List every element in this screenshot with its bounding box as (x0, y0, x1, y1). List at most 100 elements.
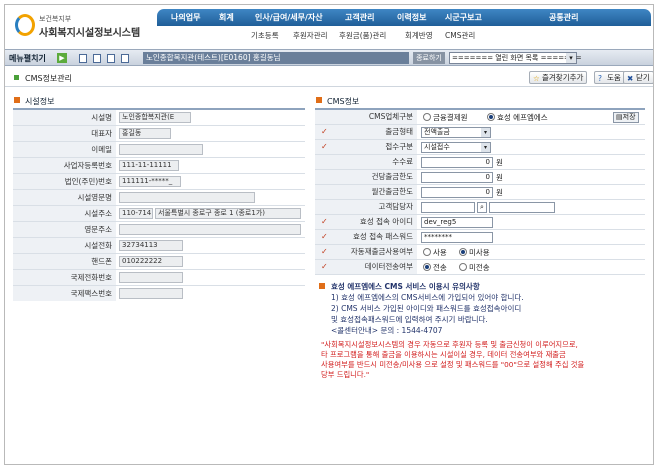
app-header: 보건복지부 사회복지시설정보시스템 나의업무 회계 인사/급여/세무/자산 고객… (5, 5, 653, 49)
month-limit-input[interactable]: 0 (421, 187, 493, 198)
representative-field: 홍길동 (119, 128, 171, 139)
chevron-down-icon: ▾ (566, 53, 576, 63)
bullet-icon (14, 97, 20, 103)
field-label: 대표자 (13, 126, 116, 141)
menu-item-my-work[interactable]: 나의업무 (171, 12, 200, 23)
window-icon[interactable] (79, 54, 87, 63)
notes-line: 및 효성접속패스워드에 입력하여 주시기 바랍니다. (331, 315, 488, 324)
facility-section-title: 시설정보 (25, 97, 55, 106)
menu-item-accounting[interactable]: 회계 (219, 12, 234, 23)
menu-item-common[interactable]: 공통관리 (549, 12, 578, 23)
required-mark-icon: ✓ (321, 127, 328, 136)
org-name: 보건복지부 (39, 15, 72, 23)
notes-title: 효성 에프엠에스 CMS 서비스 이용시 유의사항 (331, 282, 480, 291)
auto-retry-unused-radio[interactable]: 미사용 (459, 247, 490, 258)
hyosung-password-input[interactable]: ******** (421, 232, 493, 243)
field-label: 건당출금한도 (315, 170, 417, 184)
search-icon[interactable]: ⌕ (477, 202, 487, 213)
field-label: 핸드폰 (13, 254, 116, 269)
field-label: 법인(주민)번호 (13, 174, 116, 189)
toolbar: 메뉴펼치기 ▶ 노인종합복지관(테스트)[E0160] 홍길동님 종료하기 ==… (5, 49, 653, 66)
table-row: 출금형태 ✓ 전액출금 ▾ (315, 125, 645, 140)
currency-unit: 원 (496, 188, 503, 197)
window-icon[interactable] (121, 54, 129, 63)
close-button[interactable]: ✖ 닫기 (623, 71, 653, 84)
table-row: 사업자등록번호 111-11-11111 (13, 158, 305, 174)
chevron-down-icon: ▾ (481, 143, 490, 152)
window-icon[interactable] (107, 54, 115, 63)
withdraw-type-select[interactable]: 전액출금 ▾ (421, 127, 491, 138)
required-mark-icon: ✓ (321, 232, 328, 241)
field-label: 이메일 (13, 142, 116, 157)
field-label: 효성 접속 아이디 (315, 215, 417, 229)
close-all-button[interactable]: 종료하기 (413, 52, 445, 64)
save-icon: ▤ (616, 113, 623, 121)
facility-info-table: 시설명 노인종합복지관(E 대표자 홍길동 이메일 사업자등록번호 111-11… (13, 108, 305, 301)
english-address-field (119, 224, 301, 235)
star-icon: ☆ (533, 74, 540, 83)
submenu-donor[interactable]: 후원자관리 (293, 30, 328, 41)
submenu-accounting[interactable]: 회계반영 (405, 30, 433, 41)
main-menu: 나의업무 회계 인사/급여/세무/자산 고객관리 이력정보 시군구보고 공통관리 (157, 9, 651, 26)
app-window: 보건복지부 사회복지시설정보시스템 나의업무 회계 인사/급여/세무/자산 고객… (4, 4, 654, 465)
address-field: 서울특별시 종로구 종로 1 (종로1가) (155, 208, 301, 219)
warning-text: "사회복지시설정보시스템의 경우 자동으로 후원자 등록 및 출금신청이 이루어… (321, 340, 651, 380)
field-label: 월간출금한도 (315, 185, 417, 199)
open-windows-select[interactable]: ======= 열린 화면 목록 ======= ▾ (449, 52, 582, 64)
table-row: 핸드폰 010222222 (13, 254, 305, 270)
data-transfer-unsent-radio[interactable]: 미전송 (459, 262, 490, 273)
menu-expand-label[interactable]: 메뉴펼치기 (9, 53, 46, 64)
bullet-icon (316, 97, 322, 103)
table-row: 영문주소 (13, 222, 305, 238)
page-title: CMS정보관리 (25, 74, 73, 83)
notes-line: 1) 효성 에프엠에스의 CMS서비스에 가입되어 있어야 합니다. (331, 293, 524, 302)
field-label: 접수구분 (315, 140, 417, 154)
field-label: 출금형태 (315, 125, 417, 139)
warning-line: "사회복지시설정보시스템의 경우 자동으로 후원자 등록 및 출금신청이 이루어… (321, 340, 578, 349)
business-number-field: 111-11-11111 (119, 160, 179, 171)
expand-arrow-icon[interactable]: ▶ (57, 53, 67, 63)
manager-code-input[interactable] (421, 202, 475, 213)
hyosung-id-input[interactable]: dev_reg5 (421, 217, 493, 228)
field-label: 데이터전송여부 (315, 260, 417, 274)
field-label: 국제팩스번호 (13, 286, 116, 301)
table-row: 시설명 노인종합복지관(E (13, 110, 305, 126)
data-transfer-send-radio[interactable]: 전송 (423, 262, 447, 273)
submenu-basic[interactable]: 기초등록 (251, 30, 279, 41)
cms-info-table: CMS업체구분 금융결제원 효성 에프엠에스 ▤저장 출금형태 ✓ 전액출금 ▾ … (315, 108, 645, 278)
menu-item-report[interactable]: 시군구보고 (445, 12, 482, 23)
table-row: 시설전화 32734113 (13, 238, 305, 254)
table-row: 이메일 (13, 142, 305, 158)
field-label: CMS업체구분 (315, 110, 417, 124)
intl-fax-field (119, 288, 183, 299)
system-name: 사회복지시설정보시스템 (39, 28, 141, 39)
auto-retry-use-radio[interactable]: 사용 (423, 247, 447, 258)
field-label: 효성 접속 패스워드 (315, 230, 417, 244)
window-icon[interactable] (93, 54, 101, 63)
save-button[interactable]: ▤저장 (613, 112, 639, 123)
submenu-cms[interactable]: CMS관리 (445, 30, 475, 41)
facility-phone-field: 32734113 (119, 240, 183, 251)
fee-input[interactable]: 0 (421, 157, 493, 168)
menu-item-history[interactable]: 이력정보 (397, 12, 426, 23)
manager-name-input[interactable] (489, 202, 555, 213)
bullet-icon (14, 75, 19, 80)
corporate-number-field: 111111-*****_ (119, 176, 181, 187)
menu-item-customer[interactable]: 고객관리 (345, 12, 374, 23)
cms-type-hyosung-radio[interactable]: 효성 에프엠에스 (487, 112, 548, 123)
case-limit-input[interactable]: 0 (421, 172, 493, 183)
cms-type-kftc-radio[interactable]: 금융결제원 (423, 112, 468, 123)
field-label: 자동재출금사용여부 (315, 245, 417, 259)
cms-section-title: CMS정보 (327, 97, 360, 106)
field-label: 고객담당자 (315, 200, 417, 214)
table-row: CMS업체구분 금융결제원 효성 에프엠에스 ▤저장 (315, 110, 645, 125)
add-favorite-button[interactable]: ☆ 즐겨찾기추가 (529, 71, 588, 84)
submenu-donation[interactable]: 후원금(품)관리 (339, 30, 386, 41)
table-row: 법인(주민)번호 111111-*****_ (13, 174, 305, 190)
menu-item-hr[interactable]: 인사/급여/세무/자산 (255, 12, 323, 23)
receipt-type-select[interactable]: 시설접수 ▾ (421, 142, 491, 153)
help-button[interactable]: ? 도움 (594, 71, 625, 84)
table-row: 자동재출금사용여부 ✓ 사용 미사용 (315, 245, 645, 260)
active-tab[interactable]: 노인종합복지관(테스트)[E0160] 홍길동님 (143, 52, 409, 64)
notes-line: 2) CMS 서비스 가입된 아이디와 패스워드를 효성접속아이디 (331, 304, 522, 313)
